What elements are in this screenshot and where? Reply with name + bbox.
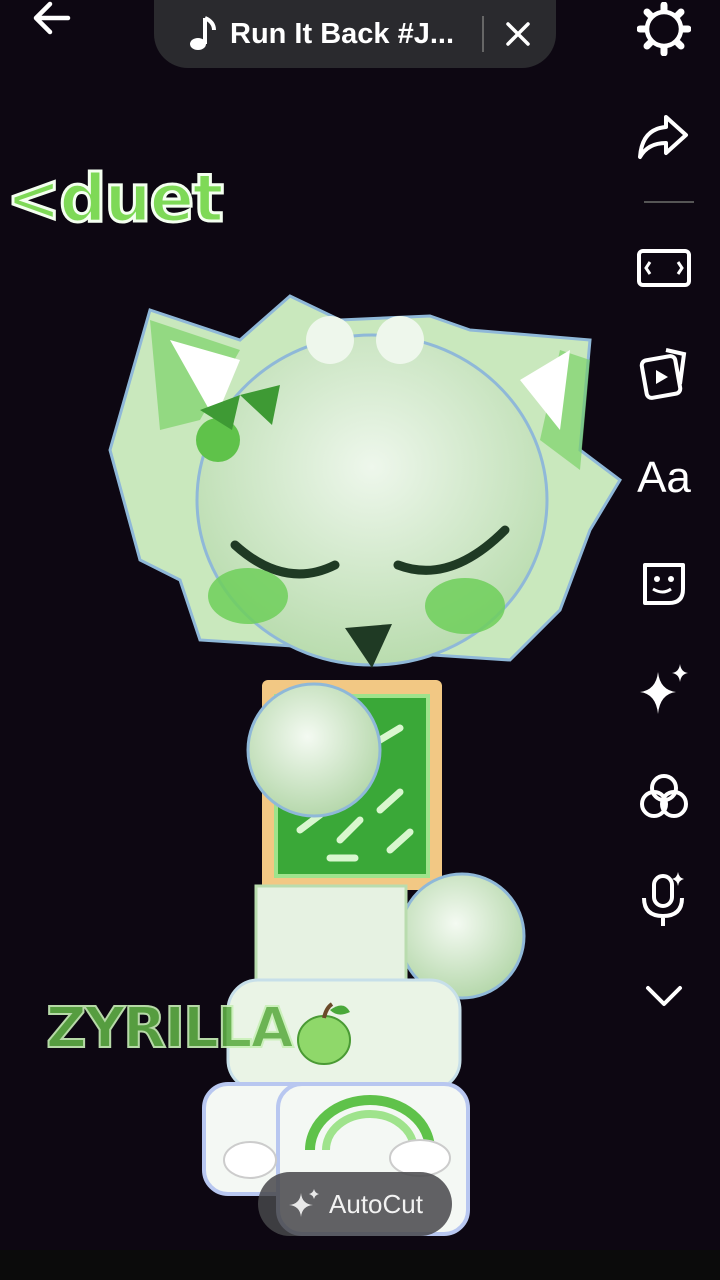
- sparkle-icon: [640, 664, 688, 714]
- more-tools-button[interactable]: [636, 968, 692, 1024]
- duet-caption[interactable]: <duet: [5, 159, 226, 239]
- video-cards-icon: [639, 348, 687, 400]
- sound-selector[interactable]: Run It Back #J...: [154, 0, 556, 68]
- green-apple-icon: [297, 1002, 351, 1065]
- sparkle-icon: [289, 1189, 320, 1217]
- music-note-icon: [190, 16, 216, 50]
- text-tool-label: Aa: [637, 453, 691, 502]
- templates-button[interactable]: [636, 344, 692, 400]
- divider: [482, 16, 484, 52]
- sound-title[interactable]: Run It Back #J...: [230, 18, 470, 51]
- arrow-left-icon[interactable]: [28, 0, 78, 40]
- gear-icon: [637, 2, 691, 56]
- rail-divider: [644, 201, 694, 203]
- microphone-sparkle-icon: [642, 872, 684, 926]
- text-button[interactable]: Aa: [636, 450, 692, 506]
- crop-button[interactable]: [636, 240, 692, 296]
- voice-button[interactable]: [636, 872, 692, 928]
- chevron-down-icon: [646, 986, 682, 1006]
- aspect-ratio-icon: [637, 249, 691, 287]
- filter-circles-icon: [640, 774, 688, 818]
- effects-button[interactable]: [636, 662, 692, 718]
- bottom-bar: [0, 1250, 720, 1280]
- video-canvas: <duet ZYRILLA Run It Back #J... Aa AutoC…: [0, 0, 720, 1280]
- filters-button[interactable]: [636, 770, 692, 826]
- autocut-button[interactable]: AutoCut: [258, 1172, 452, 1236]
- stickers-button[interactable]: [636, 556, 692, 612]
- share-arrow-icon: [638, 115, 688, 159]
- creator-watermark: ZYRILLA: [45, 995, 295, 1062]
- editing-toolbar: Aa: [610, 0, 720, 1040]
- autocut-label: AutoCut: [329, 1188, 423, 1219]
- settings-button[interactable]: [636, 1, 692, 57]
- close-icon[interactable]: [504, 20, 532, 48]
- share-button[interactable]: [636, 108, 692, 164]
- sticker-icon: [643, 563, 685, 605]
